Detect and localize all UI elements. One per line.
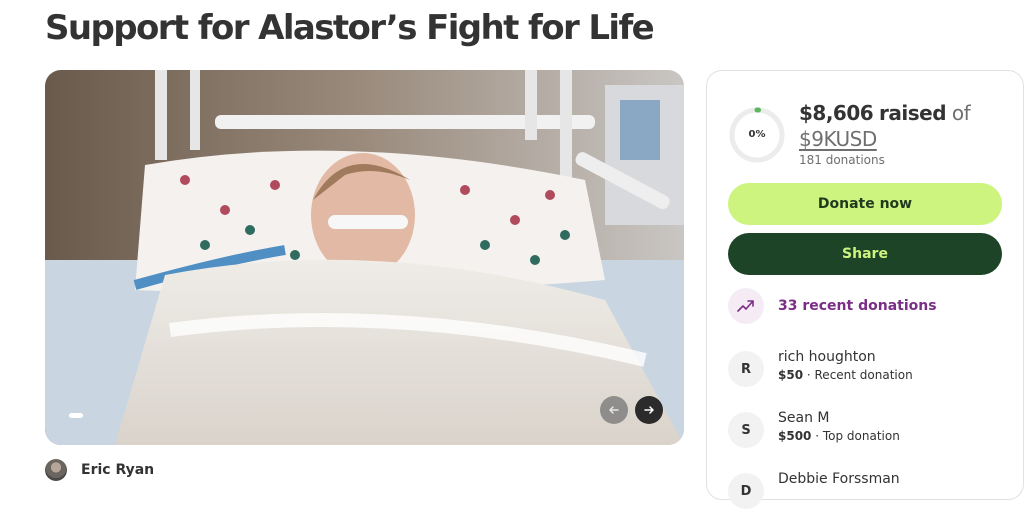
carousel-prev-button[interactable]	[600, 396, 628, 424]
donate-now-button[interactable]: Donate now	[728, 183, 1002, 225]
arrow-right-icon	[644, 406, 654, 414]
donor-name: Debbie Forssman	[778, 471, 900, 487]
carousel-indicator[interactable]	[69, 413, 83, 418]
donor-name: rich houghton	[778, 349, 876, 365]
donation-count: 181 donations	[799, 153, 885, 167]
carousel-next-button[interactable]	[635, 396, 663, 424]
donor-amount: $50	[778, 368, 804, 382]
arrow-left-icon	[609, 406, 619, 414]
recent-donations-link[interactable]: 33 recent donations	[728, 288, 937, 324]
progress-percent: 0%	[748, 129, 766, 140]
donor-note: · Top donation	[811, 429, 900, 443]
donor-avatar: R	[728, 351, 764, 387]
organizer[interactable]: Eric Ryan	[45, 459, 154, 481]
share-button[interactable]: Share	[728, 233, 1002, 275]
hero-image-carousel[interactable]	[45, 70, 684, 445]
donor-item: R rich houghton $50 · Recent donation	[728, 348, 913, 387]
hero-photo	[45, 70, 684, 445]
page-title: Support for Alastor’s Fight for Life	[45, 8, 655, 48]
donor-item: S Sean M $500 · Top donation	[728, 409, 900, 448]
donor-avatar: D	[728, 473, 764, 509]
progress-ring: 0%	[728, 106, 786, 164]
donor-meta: $50 · Recent donation	[778, 366, 913, 384]
raised-word: raised	[879, 101, 947, 125]
donor-name: Sean M	[778, 410, 830, 426]
organizer-name: Eric Ryan	[81, 462, 155, 478]
donor-avatar: S	[728, 412, 764, 448]
organizer-avatar	[45, 459, 67, 481]
goal-amount[interactable]: $9KUSD	[799, 127, 877, 151]
recent-donations-label: 33 recent donations	[778, 298, 937, 314]
raised-amount: $8,606	[799, 101, 874, 125]
raised-summary: $8,606 raised of	[799, 101, 971, 125]
donor-note: · Recent donation	[803, 368, 913, 382]
trending-up-icon	[728, 288, 764, 324]
donation-card: 0% $8,606 raised of $9KUSD 181 donations…	[706, 70, 1024, 509]
donor-item: D Debbie Forssman	[728, 470, 900, 509]
of-word: of	[951, 101, 971, 125]
donor-meta: $500 · Top donation	[778, 427, 900, 445]
donor-amount: $500	[778, 429, 812, 443]
